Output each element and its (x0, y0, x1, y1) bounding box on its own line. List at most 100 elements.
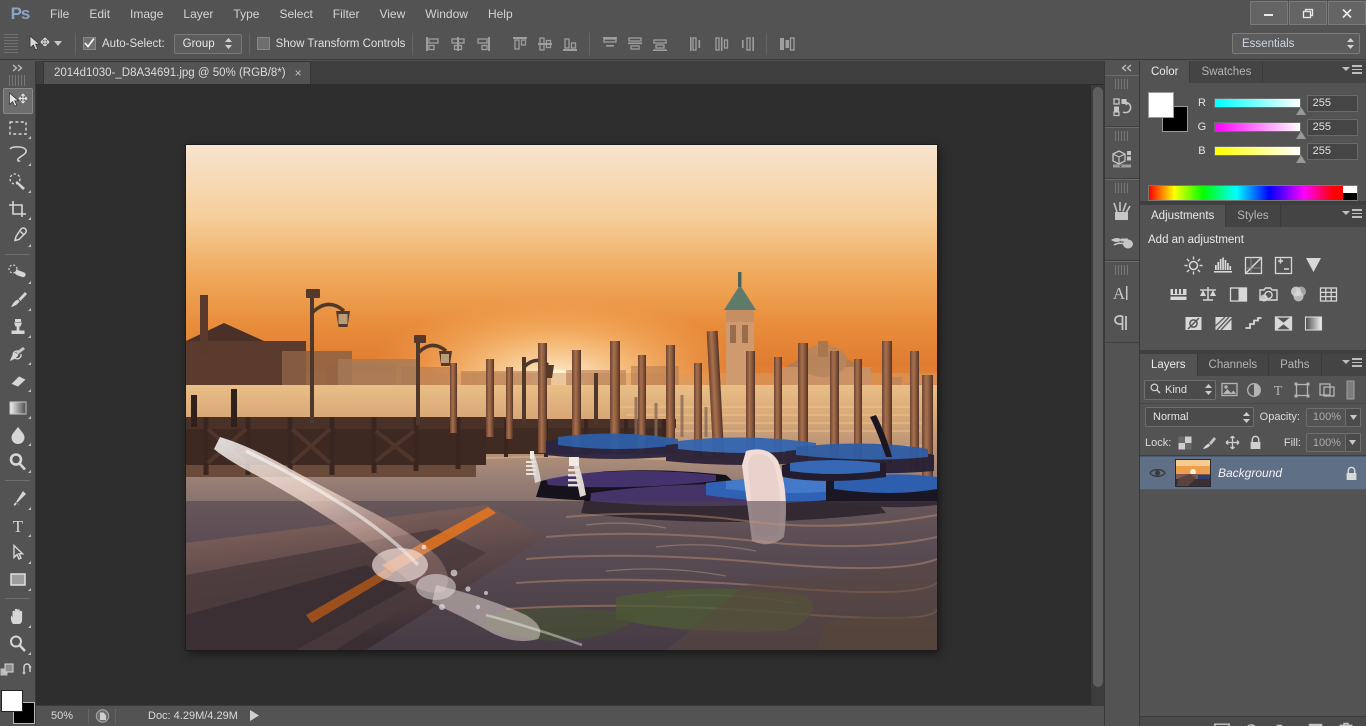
tool-clone-stamp[interactable] (3, 314, 33, 340)
tool-eraser[interactable] (3, 368, 33, 394)
dock-grip[interactable] (1115, 265, 1129, 275)
canvas-area[interactable] (36, 85, 1104, 705)
foreground-background-swatches[interactable] (0, 690, 35, 724)
spectrum-gradient[interactable] (1149, 186, 1343, 200)
restore-button[interactable] (1289, 1, 1327, 25)
color-panel-swatches[interactable] (1148, 92, 1188, 132)
menu-file[interactable]: File (40, 0, 79, 28)
layer-thumbnail[interactable] (1175, 459, 1211, 487)
menu-image[interactable]: Image (120, 0, 173, 28)
distribute-horizontal-centers-button[interactable] (709, 32, 734, 56)
document-info-icon[interactable] (89, 709, 115, 723)
tool-preset-chevron-icon[interactable] (54, 41, 62, 46)
filter-shape-icon[interactable] (1291, 379, 1313, 401)
channel-value-b[interactable]: 255 (1306, 142, 1358, 160)
layer-row-background[interactable]: Background (1140, 456, 1366, 490)
character-panel-icon[interactable]: A (1107, 278, 1137, 308)
toolbar-grip[interactable] (9, 75, 26, 86)
color-lookup-icon[interactable] (1315, 282, 1341, 306)
menu-type[interactable]: Type (223, 0, 269, 28)
tool-brush[interactable] (3, 287, 33, 313)
color-panel-menu-button[interactable] (1342, 65, 1362, 74)
history-panel-icon[interactable] (1107, 92, 1137, 122)
paragraph-panel-icon[interactable] (1107, 308, 1137, 338)
swap-colors-icon[interactable] (22, 663, 36, 682)
color-balance-icon[interactable] (1195, 282, 1221, 306)
align-left-edges-button[interactable] (420, 32, 445, 56)
canvas-vertical-scrollbar[interactable] (1090, 85, 1104, 705)
layer-visibility-eye-icon[interactable] (1146, 467, 1168, 479)
foreground-color-swatch[interactable] (0, 690, 23, 712)
close-icon[interactable]: × (295, 67, 302, 79)
brightness-contrast-icon[interactable] (1180, 253, 1206, 277)
slider-thumb[interactable] (1295, 131, 1306, 139)
curves-icon[interactable] (1240, 253, 1266, 277)
tab-layers[interactable]: Layers (1140, 354, 1198, 376)
tool-gradient[interactable] (3, 395, 33, 421)
distribute-right-edges-button[interactable] (734, 32, 759, 56)
menu-edit[interactable]: Edit (79, 0, 120, 28)
close-button[interactable] (1328, 1, 1366, 25)
menu-filter[interactable]: Filter (323, 0, 370, 28)
tab-adjustments[interactable]: Adjustments (1140, 205, 1227, 227)
minimize-button[interactable] (1250, 1, 1288, 25)
tool-lasso[interactable] (3, 142, 33, 168)
new-layer-icon[interactable] (1307, 721, 1323, 726)
fill-stepper[interactable] (1345, 433, 1361, 452)
layers-panel-menu-button[interactable] (1342, 358, 1362, 367)
black-white-icon[interactable] (1225, 282, 1251, 306)
channel-value-r[interactable]: 255 (1306, 94, 1358, 112)
tool-horizontal-type[interactable]: T (3, 513, 33, 539)
tool-blur[interactable] (3, 422, 33, 448)
spectrum-white-black[interactable] (1343, 186, 1357, 200)
channel-value-g[interactable]: 255 (1306, 118, 1358, 136)
exposure-icon[interactable] (1270, 253, 1296, 277)
tool-history-brush[interactable] (3, 341, 33, 367)
workspace-selector[interactable]: Essentials (1232, 33, 1360, 54)
scrollbar-thumb[interactable] (1093, 87, 1103, 687)
distribute-bottom-edges-button[interactable] (647, 32, 672, 56)
tool-hand[interactable] (3, 604, 33, 630)
tab-styles[interactable]: Styles (1226, 205, 1281, 227)
distribute-vertical-centers-button[interactable] (622, 32, 647, 56)
filter-smart-object-icon[interactable] (1315, 379, 1337, 401)
new-adjustment-layer-icon[interactable] (1245, 721, 1261, 726)
menu-layer[interactable]: Layer (173, 0, 223, 28)
vibrance-icon[interactable] (1300, 253, 1326, 277)
gradient-map-icon[interactable] (1300, 311, 1326, 335)
fill-value[interactable]: 100% (1305, 433, 1346, 452)
auto-align-layers-button[interactable] (774, 32, 799, 56)
zoom-level[interactable]: 50% (36, 710, 88, 722)
current-tool-preset[interactable] (22, 32, 68, 56)
tab-paths[interactable]: Paths (1269, 354, 1322, 376)
default-colors-icon[interactable] (0, 663, 15, 682)
lock-all-icon[interactable] (1246, 433, 1264, 453)
posterize-icon[interactable] (1210, 311, 1236, 335)
blend-mode-dropdown[interactable]: Normal (1145, 407, 1254, 427)
slider-thumb[interactable] (1295, 107, 1306, 115)
channel-slider-r[interactable] (1213, 98, 1306, 115)
3d-panel-icon[interactable] (1107, 144, 1137, 174)
layers-list-empty-area[interactable] (1140, 490, 1366, 716)
layer-style-icon[interactable]: fx (1183, 721, 1199, 726)
filter-pixel-icon[interactable] (1218, 379, 1240, 401)
distribute-left-edges-button[interactable] (684, 32, 709, 56)
color-spectrum-ramp[interactable] (1148, 185, 1358, 201)
tab-color[interactable]: Color (1140, 61, 1191, 83)
tool-zoom[interactable] (3, 631, 33, 657)
opacity-stepper[interactable] (1346, 407, 1361, 427)
tool-eyedropper[interactable] (3, 223, 33, 249)
lock-transparent-pixels-icon[interactable] (1176, 433, 1194, 453)
adjustments-panel-menu-button[interactable] (1342, 209, 1362, 218)
align-vertical-centers-button[interactable] (532, 32, 557, 56)
channel-slider-b[interactable] (1213, 146, 1306, 163)
delete-layer-icon[interactable] (1338, 721, 1354, 726)
layer-mask-icon[interactable] (1214, 721, 1230, 726)
auto-select-scope-dropdown[interactable]: Group (173, 33, 242, 54)
layer-filter-kind-dropdown[interactable]: Kind (1144, 379, 1217, 400)
tool-crop[interactable] (3, 196, 33, 222)
align-horizontal-centers-button[interactable] (445, 32, 470, 56)
threshold-icon[interactable] (1240, 311, 1266, 335)
color-panel-foreground-swatch[interactable] (1148, 92, 1174, 118)
channel-mixer-icon[interactable] (1285, 282, 1311, 306)
